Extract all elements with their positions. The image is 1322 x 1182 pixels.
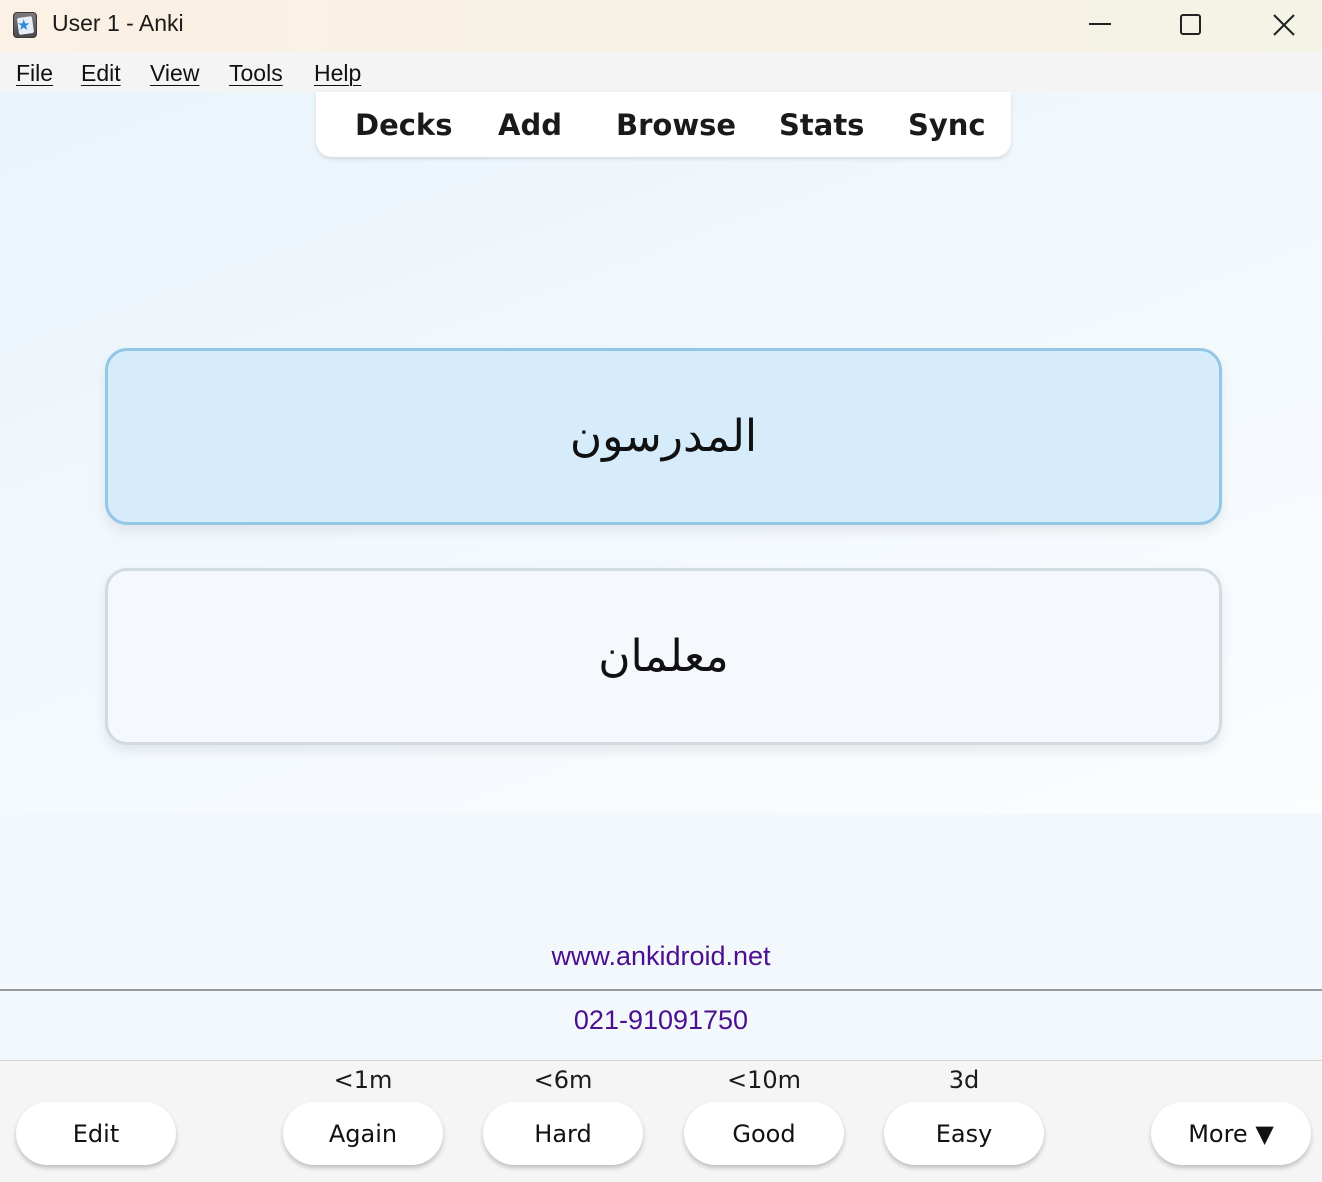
menu-file[interactable]: File bbox=[16, 60, 53, 87]
hard-interval: <6m bbox=[533, 1066, 593, 1094]
minimize-icon bbox=[1089, 23, 1111, 25]
maximize-button[interactable] bbox=[1145, 0, 1237, 50]
edit-button[interactable]: Edit bbox=[16, 1102, 176, 1165]
good-interval: <10m bbox=[726, 1066, 802, 1094]
website-text: www.ankidroid.net bbox=[551, 941, 771, 971]
close-icon bbox=[1273, 14, 1295, 36]
menu-view[interactable]: View bbox=[150, 60, 199, 87]
again-interval: <1m bbox=[333, 1066, 393, 1094]
easy-interval: 3d bbox=[948, 1066, 980, 1094]
toolbar-sync[interactable]: Sync bbox=[908, 108, 986, 142]
menu-bar: File Edit View Tools Help bbox=[0, 52, 1322, 92]
hard-button[interactable]: Hard bbox=[483, 1102, 643, 1165]
question-card: المدرسون bbox=[105, 348, 1222, 525]
title-bar: ★ User 1 - Anki bbox=[0, 0, 1322, 52]
toolbar-decks[interactable]: Decks bbox=[355, 108, 452, 142]
anki-star-icon: ★ bbox=[13, 12, 37, 38]
maximize-icon bbox=[1180, 14, 1201, 35]
answer-bar: <1m <6m <10m 3d Edit Again Hard Good Eas… bbox=[0, 1060, 1322, 1182]
info-area: www.ankidroid.net 021-91091750 bbox=[0, 813, 1322, 1060]
minimize-button[interactable] bbox=[1054, 0, 1146, 50]
toolbar-stats[interactable]: Stats bbox=[779, 108, 864, 142]
review-area: Decks Add Browse Stats Sync المدرسون معل… bbox=[0, 92, 1322, 813]
good-button[interactable]: Good bbox=[684, 1102, 844, 1165]
anki-window: ★ User 1 - Anki File Edit View Tools Hel… bbox=[0, 0, 1322, 1182]
question-text: المدرسون bbox=[569, 411, 758, 462]
answer-text: معلمان bbox=[598, 631, 729, 682]
toolbar-browse[interactable]: Browse bbox=[616, 108, 736, 142]
easy-button[interactable]: Easy bbox=[884, 1102, 1044, 1165]
divider bbox=[0, 989, 1322, 991]
window-title: User 1 - Anki bbox=[52, 10, 184, 36]
phone-text: 021-91091750 bbox=[573, 1005, 749, 1035]
toolbar-add[interactable]: Add bbox=[498, 108, 562, 142]
more-button[interactable]: More ▼ bbox=[1151, 1102, 1311, 1165]
answer-card: معلمان bbox=[105, 568, 1222, 745]
menu-help[interactable]: Help bbox=[314, 60, 361, 87]
menu-edit[interactable]: Edit bbox=[81, 60, 121, 87]
menu-tools[interactable]: Tools bbox=[229, 60, 283, 87]
top-toolbar: Decks Add Browse Stats Sync bbox=[316, 92, 1011, 157]
close-button[interactable] bbox=[1238, 0, 1322, 50]
again-button[interactable]: Again bbox=[283, 1102, 443, 1165]
